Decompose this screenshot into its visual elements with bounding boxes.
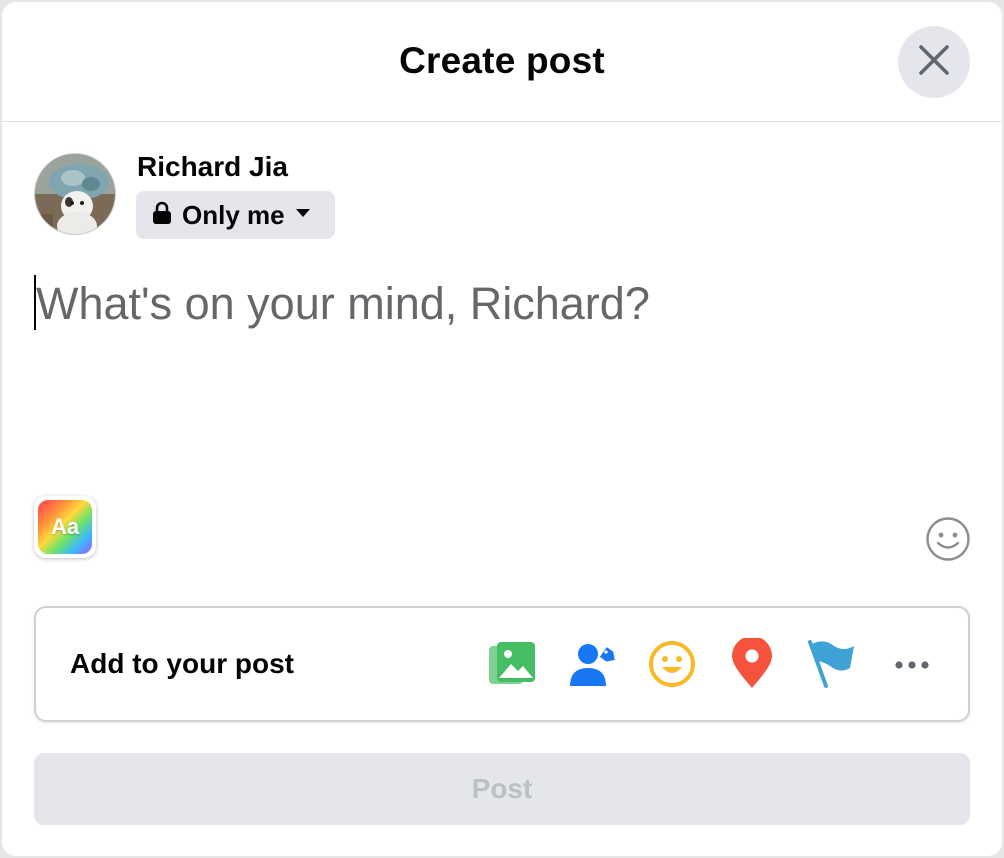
life-event-button[interactable] (806, 638, 858, 695)
feeling-activity-button[interactable] (646, 640, 698, 692)
add-to-post-bar: Add to your post (34, 606, 970, 722)
post-button-label: Post (471, 773, 533, 804)
smiley-icon (924, 517, 972, 567)
background-picker-swatch: Aa (38, 500, 92, 554)
feeling-activity-icon (647, 639, 697, 694)
background-picker-button[interactable]: Aa (34, 496, 96, 558)
dialog-title: Create post (399, 40, 605, 81)
privacy-selector-button[interactable]: Only me (136, 191, 335, 239)
add-to-post-label: Add to your post (70, 648, 294, 679)
post-text-input[interactable]: What's on your mind, Richard? (34, 272, 934, 342)
avatar (34, 153, 116, 235)
close-icon (917, 43, 951, 82)
more-icon (894, 657, 930, 675)
dialog-header: Create post (2, 2, 1002, 122)
emoji-picker-button[interactable] (924, 515, 972, 563)
caret-down-icon (295, 206, 311, 224)
photo-video-button[interactable] (486, 640, 538, 692)
lock-icon (152, 201, 172, 230)
create-post-dialog: Create post Richard Jia Only me What's o… (2, 2, 1002, 856)
check-in-button[interactable] (726, 635, 778, 695)
post-button[interactable]: Post (34, 753, 970, 825)
user-name[interactable]: Richard Jia (137, 151, 288, 183)
tag-people-icon (568, 640, 618, 693)
background-picker-label: Aa (50, 514, 80, 539)
tag-people-button[interactable] (567, 640, 619, 692)
check-in-icon (730, 635, 774, 695)
post-input-placeholder: What's on your mind, Richard? (36, 278, 650, 329)
privacy-label: Only me (182, 199, 285, 230)
photo-video-icon (487, 640, 537, 693)
close-button[interactable] (898, 26, 970, 98)
life-event-icon (806, 638, 858, 695)
more-options-button[interactable] (886, 640, 938, 692)
